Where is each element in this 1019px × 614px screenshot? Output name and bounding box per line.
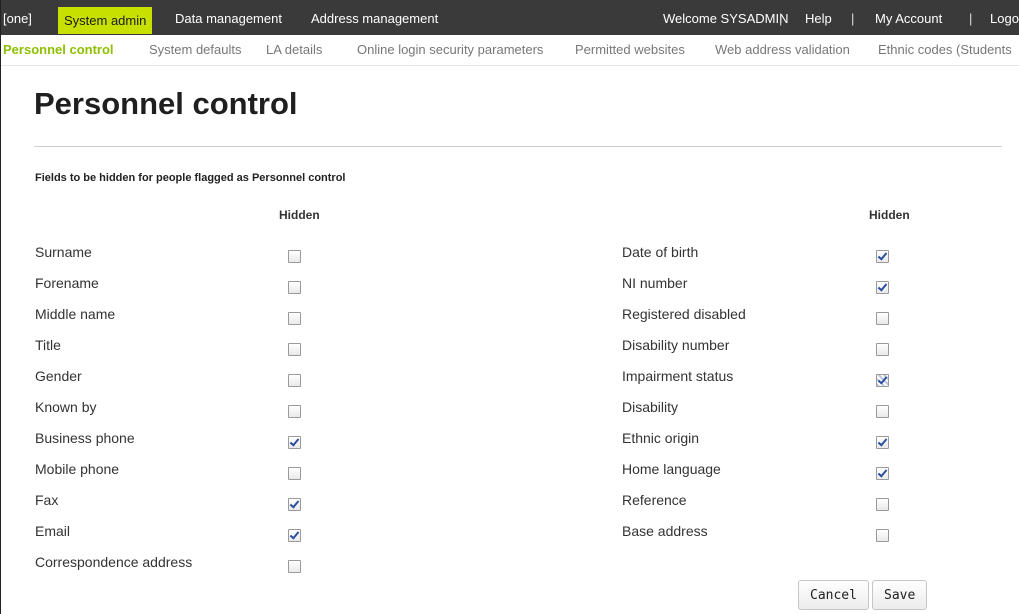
hidden-checkbox-surname[interactable]: [288, 250, 301, 263]
hidden-checkbox-home-language[interactable]: [876, 467, 889, 480]
field-label-home-language: Home language: [622, 461, 721, 477]
hidden-checkbox-ethnic-origin[interactable]: [876, 436, 889, 449]
field-label-date-of-birth: Date of birth: [622, 244, 699, 260]
top-navigation-bar: [one] System admin Data management Addre…: [1, 0, 1019, 35]
cancel-button[interactable]: Cancel: [798, 580, 869, 610]
field-label-base-address: Base address: [622, 523, 708, 539]
hidden-checkbox-disability[interactable]: [876, 405, 889, 418]
hidden-checkbox-email[interactable]: [288, 529, 301, 542]
field-label-reference: Reference: [622, 492, 687, 508]
field-label-registered-disabled: Registered disabled: [622, 306, 746, 322]
hidden-checkbox-base-address[interactable]: [876, 529, 889, 542]
section-label: Fields to be hidden for people flagged a…: [35, 172, 346, 184]
nav-system-admin[interactable]: System admin: [58, 7, 153, 34]
left-hidden-column-header: Hidden: [279, 208, 320, 222]
hidden-checkbox-known-by[interactable]: [288, 405, 301, 418]
hidden-checkbox-fax[interactable]: [288, 498, 301, 511]
separator: |: [851, 11, 855, 26]
field-label-ethnic-origin: Ethnic origin: [622, 430, 700, 446]
hidden-checkbox-disability-number[interactable]: [876, 343, 889, 356]
subnav-online-login-security[interactable]: Online login security parameters: [357, 35, 543, 65]
field-label-ni-number: NI number: [622, 275, 688, 291]
hidden-checkbox-middle-name[interactable]: [288, 312, 301, 325]
divider: [34, 146, 1002, 147]
field-label-known-by: Known by: [35, 399, 97, 415]
welcome-text: Welcome SYSADMIN: [663, 11, 789, 26]
hidden-checkbox-title[interactable]: [288, 343, 301, 356]
field-label-business-phone: Business phone: [35, 430, 135, 446]
field-label-title: Title: [35, 337, 61, 353]
sub-navigation-bar: Personnel control System defaults LA det…: [1, 35, 1019, 66]
separator: |: [969, 11, 973, 26]
subnav-personnel-control[interactable]: Personnel control: [3, 35, 114, 65]
subnav-web-address-validation[interactable]: Web address validation: [715, 35, 850, 65]
field-label-impairment-status: Impairment status: [622, 368, 734, 384]
hidden-checkbox-mobile-phone[interactable]: [288, 467, 301, 480]
field-label-email: Email: [35, 523, 71, 539]
hidden-checkbox-registered-disabled[interactable]: [876, 312, 889, 325]
hidden-checkbox-impairment-status[interactable]: [876, 374, 889, 387]
hidden-checkbox-forename[interactable]: [288, 281, 301, 294]
hidden-checkbox-gender[interactable]: [288, 374, 301, 387]
help-link[interactable]: Help: [805, 0, 832, 35]
hidden-checkbox-ni-number[interactable]: [876, 281, 889, 294]
field-label-correspondence-address: Correspondence address: [35, 554, 193, 570]
page-title: Personnel control: [34, 86, 298, 121]
hidden-checkbox-reference[interactable]: [876, 498, 889, 511]
field-label-middle-name: Middle name: [35, 306, 116, 322]
nav-address-management[interactable]: Address management: [311, 0, 438, 35]
field-label-surname: Surname: [35, 244, 92, 260]
right-hidden-column-header: Hidden: [869, 208, 910, 222]
field-label-disability: Disability: [622, 399, 679, 415]
save-button[interactable]: Save: [872, 580, 928, 610]
subnav-permitted-websites[interactable]: Permitted websites: [575, 35, 685, 65]
field-label-mobile-phone: Mobile phone: [35, 461, 120, 477]
field-label-disability-number: Disability number: [622, 337, 730, 353]
hidden-checkbox-business-phone[interactable]: [288, 436, 301, 449]
home-crumb-link[interactable]: [one]: [3, 0, 32, 35]
hidden-checkbox-correspondence-address[interactable]: [288, 560, 301, 573]
subnav-ethnic-codes[interactable]: Ethnic codes (Students: [878, 35, 1012, 65]
logout-link[interactable]: Logo: [990, 0, 1019, 35]
subnav-system-defaults[interactable]: System defaults: [149, 35, 242, 65]
separator: |: [779, 11, 783, 26]
hidden-checkbox-date-of-birth[interactable]: [876, 250, 889, 263]
nav-data-management[interactable]: Data management: [175, 0, 282, 35]
field-label-fax: Fax: [35, 492, 59, 508]
field-label-gender: Gender: [35, 368, 82, 384]
field-label-forename: Forename: [35, 275, 99, 291]
my-account-link[interactable]: My Account: [875, 0, 942, 35]
subnav-la-details[interactable]: LA details: [266, 35, 322, 65]
